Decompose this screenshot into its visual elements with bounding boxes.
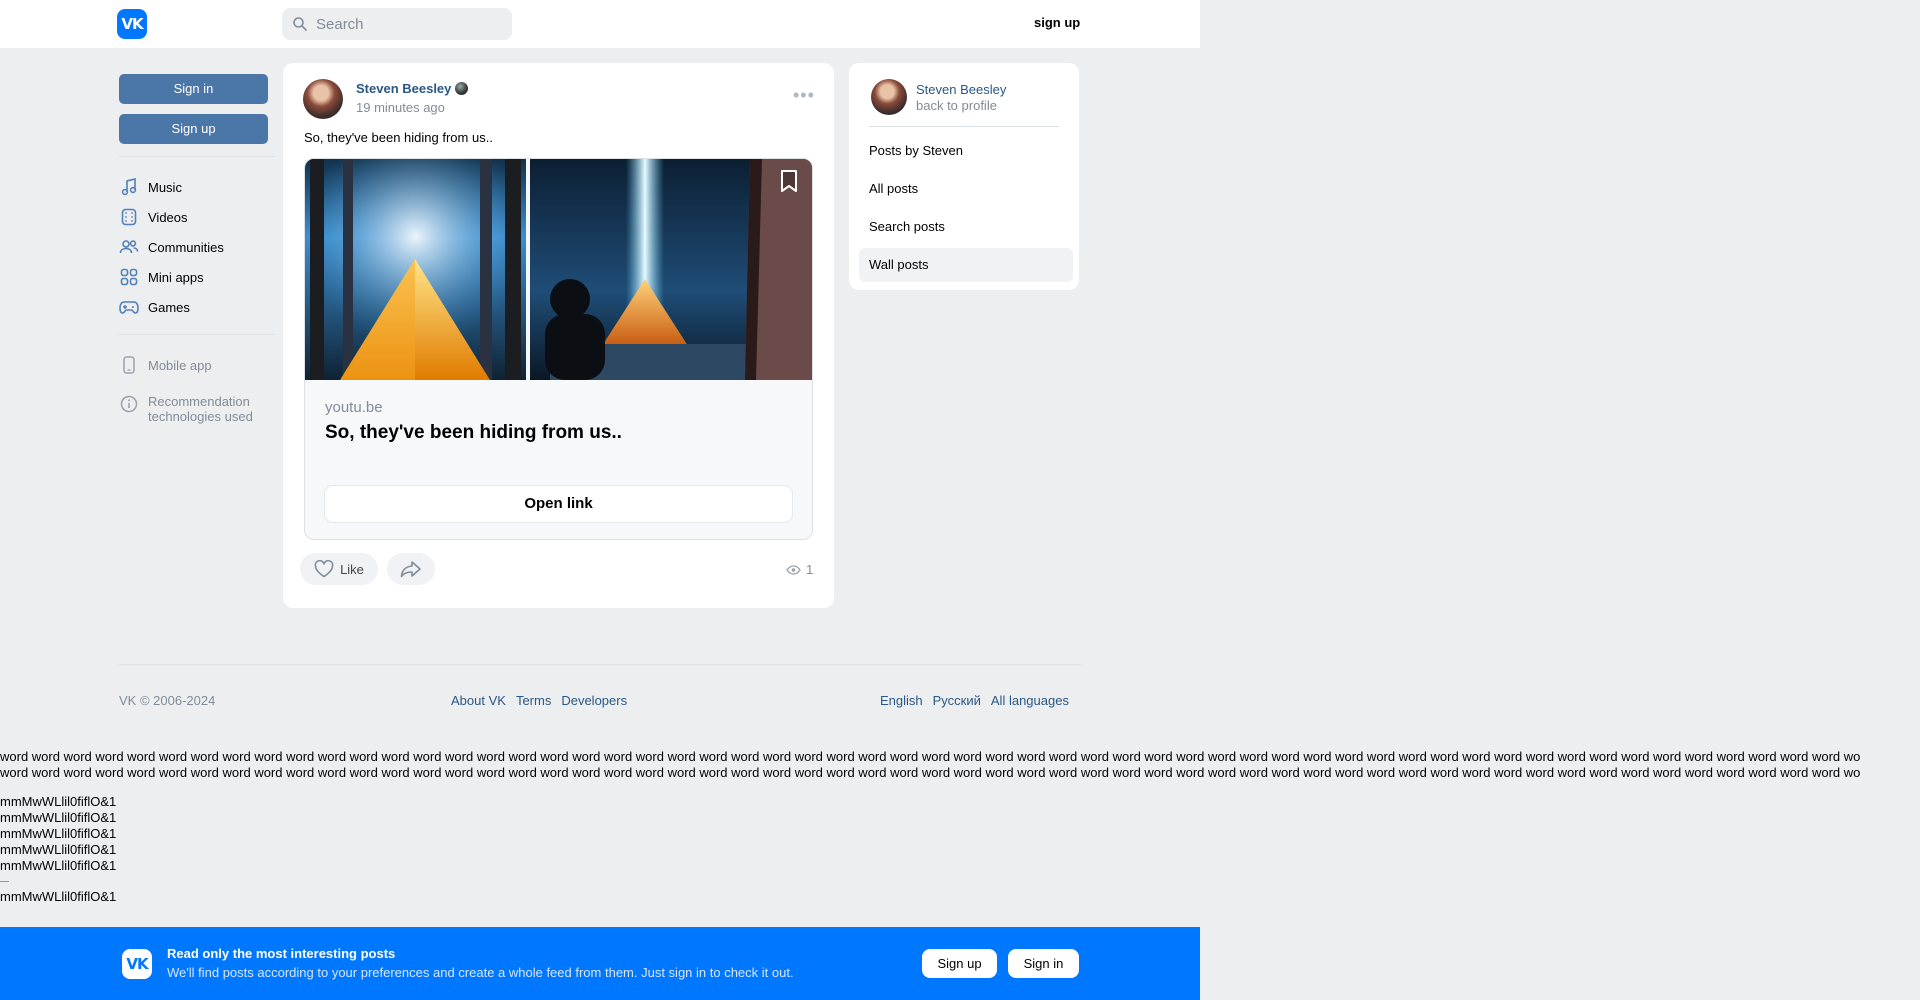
glyph-text-block: mmMwWLlil0fiflO&1 mmMwWLlil0fiflO&1 mmMw… <box>0 794 116 905</box>
glyph-line: mmMwWLlil0fiflO&1 <box>0 794 117 809</box>
signup-button[interactable]: Sign up <box>119 114 268 144</box>
info-icon <box>119 394 139 414</box>
language-english[interactable]: English <box>880 693 923 708</box>
heart-icon <box>314 560 334 578</box>
author-avatar[interactable] <box>303 79 343 119</box>
nav-item-label: Music <box>148 179 182 195</box>
menu-item-all-posts[interactable]: All posts <box>859 172 1073 206</box>
post-text: So, they've been hiding from us.. <box>304 130 493 145</box>
nav-item-mini-apps[interactable]: Mini apps <box>119 262 275 292</box>
banner-signin-button[interactable]: Sign in <box>1008 949 1079 978</box>
sidebar-divider <box>119 334 275 335</box>
banner-vk-logo: VK <box>122 949 152 979</box>
nav-item-videos[interactable]: Videos <box>119 202 275 232</box>
apps-grid-icon <box>119 267 139 287</box>
footer-link-developers[interactable]: Developers <box>561 693 627 708</box>
like-button[interactable]: Like <box>300 553 378 585</box>
word-line: word word word word word word word word … <box>0 765 1861 780</box>
word-line: word word word word word word word word … <box>0 749 1861 764</box>
search-input[interactable] <box>316 8 506 40</box>
profile-avatar[interactable] <box>871 79 907 115</box>
header-signup-link[interactable]: sign up <box>1034 15 1080 30</box>
link-title[interactable]: So, they've been hiding from us.. <box>325 422 622 444</box>
glyph-line: mmMwWLlil0fiflO&1 <box>0 810 117 825</box>
signin-button[interactable]: Sign in <box>119 74 268 104</box>
views-counter: 1 <box>786 562 813 577</box>
post-card: Steven Beesley 19 minutes ago ••• So, th… <box>283 63 834 608</box>
gamepad-icon <box>119 297 139 317</box>
nav-item-label: Mobile app <box>148 357 212 373</box>
search-icon <box>293 17 307 31</box>
more-options-icon[interactable]: ••• <box>793 86 815 104</box>
nav-item-label: Mini apps <box>148 269 204 285</box>
profile-name[interactable]: Steven Beesley <box>916 82 1006 97</box>
left-sidebar: Sign in Sign up Music Videos Communities… <box>119 74 275 434</box>
post-time[interactable]: 19 minutes ago <box>356 100 445 115</box>
author-name[interactable]: Steven Beesley <box>356 81 451 96</box>
nav-item-label: Games <box>148 299 190 315</box>
right-panel: Steven Beesley back to profile Posts by … <box>849 63 1079 290</box>
post-author[interactable]: Steven Beesley <box>356 81 469 96</box>
views-count: 1 <box>806 562 814 577</box>
author-badge-icon <box>455 82 469 95</box>
nav-item-label: Recommendation technologies used <box>148 394 253 424</box>
glyph-line: mmMwWLlil0fiflO&1 <box>0 889 117 904</box>
glyph-line: mmMwWLlil0fiflO&1 <box>0 842 117 857</box>
vk-logo[interactable]: VK <box>117 9 147 39</box>
nav-item-communities[interactable]: Communities <box>119 232 275 262</box>
link-attachment[interactable]: youtu.be So, they've been hiding from us… <box>304 158 813 540</box>
footer-link-terms[interactable]: Terms <box>516 693 551 708</box>
thumbnail-image-left <box>305 159 526 380</box>
footer-divider <box>119 664 1081 665</box>
nav-item-label: Communities <box>148 239 224 255</box>
nav-item-mobile-app[interactable]: Mobile app <box>119 350 275 380</box>
sidebar-divider <box>119 156 275 157</box>
banner-signup-button[interactable]: Sign up <box>922 949 997 978</box>
menu-item-posts-by-author[interactable]: Posts by Steven <box>859 134 1073 168</box>
word-text-block: word word word word word word word word … <box>0 749 1920 781</box>
eye-icon <box>786 564 801 575</box>
open-link-button[interactable]: Open link <box>325 486 792 522</box>
separator-dash <box>0 881 9 882</box>
nav-item-music[interactable]: Music <box>119 172 275 202</box>
users-icon <box>119 237 139 257</box>
panel-divider <box>869 126 1059 127</box>
phone-icon <box>119 355 139 375</box>
footer-languages: English Русский All languages <box>880 693 1069 708</box>
banner-subtitle: We'll find posts according to your prefe… <box>167 965 794 980</box>
like-label: Like <box>340 561 364 577</box>
menu-item-wall-posts[interactable]: Wall posts <box>859 248 1073 282</box>
glyph-line: mmMwWLlil0fiflO&1 <box>0 826 117 841</box>
share-button[interactable] <box>387 553 435 585</box>
menu-item-search-posts[interactable]: Search posts <box>859 210 1073 244</box>
banner-title: Read only the most interesting posts <box>167 946 396 961</box>
nav-item-games[interactable]: Games <box>119 292 275 322</box>
bookmark-icon[interactable] <box>778 169 800 198</box>
top-bar <box>0 0 1200 48</box>
glyph-line: mmMwWLlil0fiflO&1 <box>0 858 117 873</box>
nav-item-label: Videos <box>148 209 188 225</box>
thumbnail-image-right <box>530 159 812 380</box>
link-domain: youtu.be <box>325 399 383 416</box>
music-note-icon <box>119 177 139 197</box>
search-box[interactable] <box>282 8 512 40</box>
back-to-profile-link[interactable]: back to profile <box>916 98 997 113</box>
language-all[interactable]: All languages <box>991 693 1069 708</box>
share-icon <box>400 561 421 578</box>
footer-copyright: VK © 2006-2024 <box>119 693 216 708</box>
language-russian[interactable]: Русский <box>933 693 981 708</box>
footer-links: About VK Terms Developers <box>451 693 637 708</box>
nav-item-recommendation[interactable]: Recommendation technologies used <box>119 394 275 434</box>
footer-link-about[interactable]: About VK <box>451 693 506 708</box>
video-icon <box>119 207 139 227</box>
